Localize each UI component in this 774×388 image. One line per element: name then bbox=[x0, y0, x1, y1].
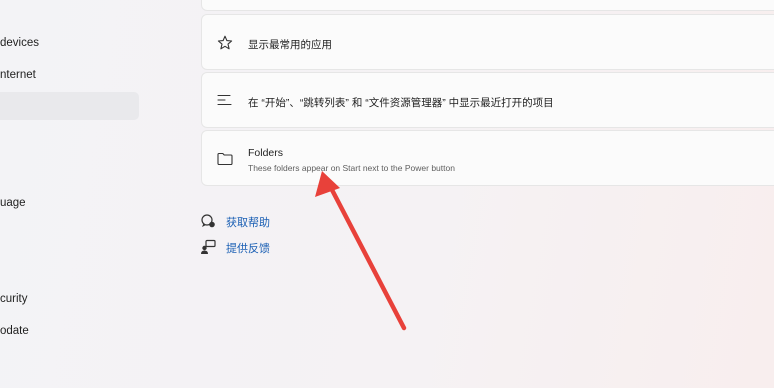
annotation-arrow bbox=[315, 171, 407, 331]
